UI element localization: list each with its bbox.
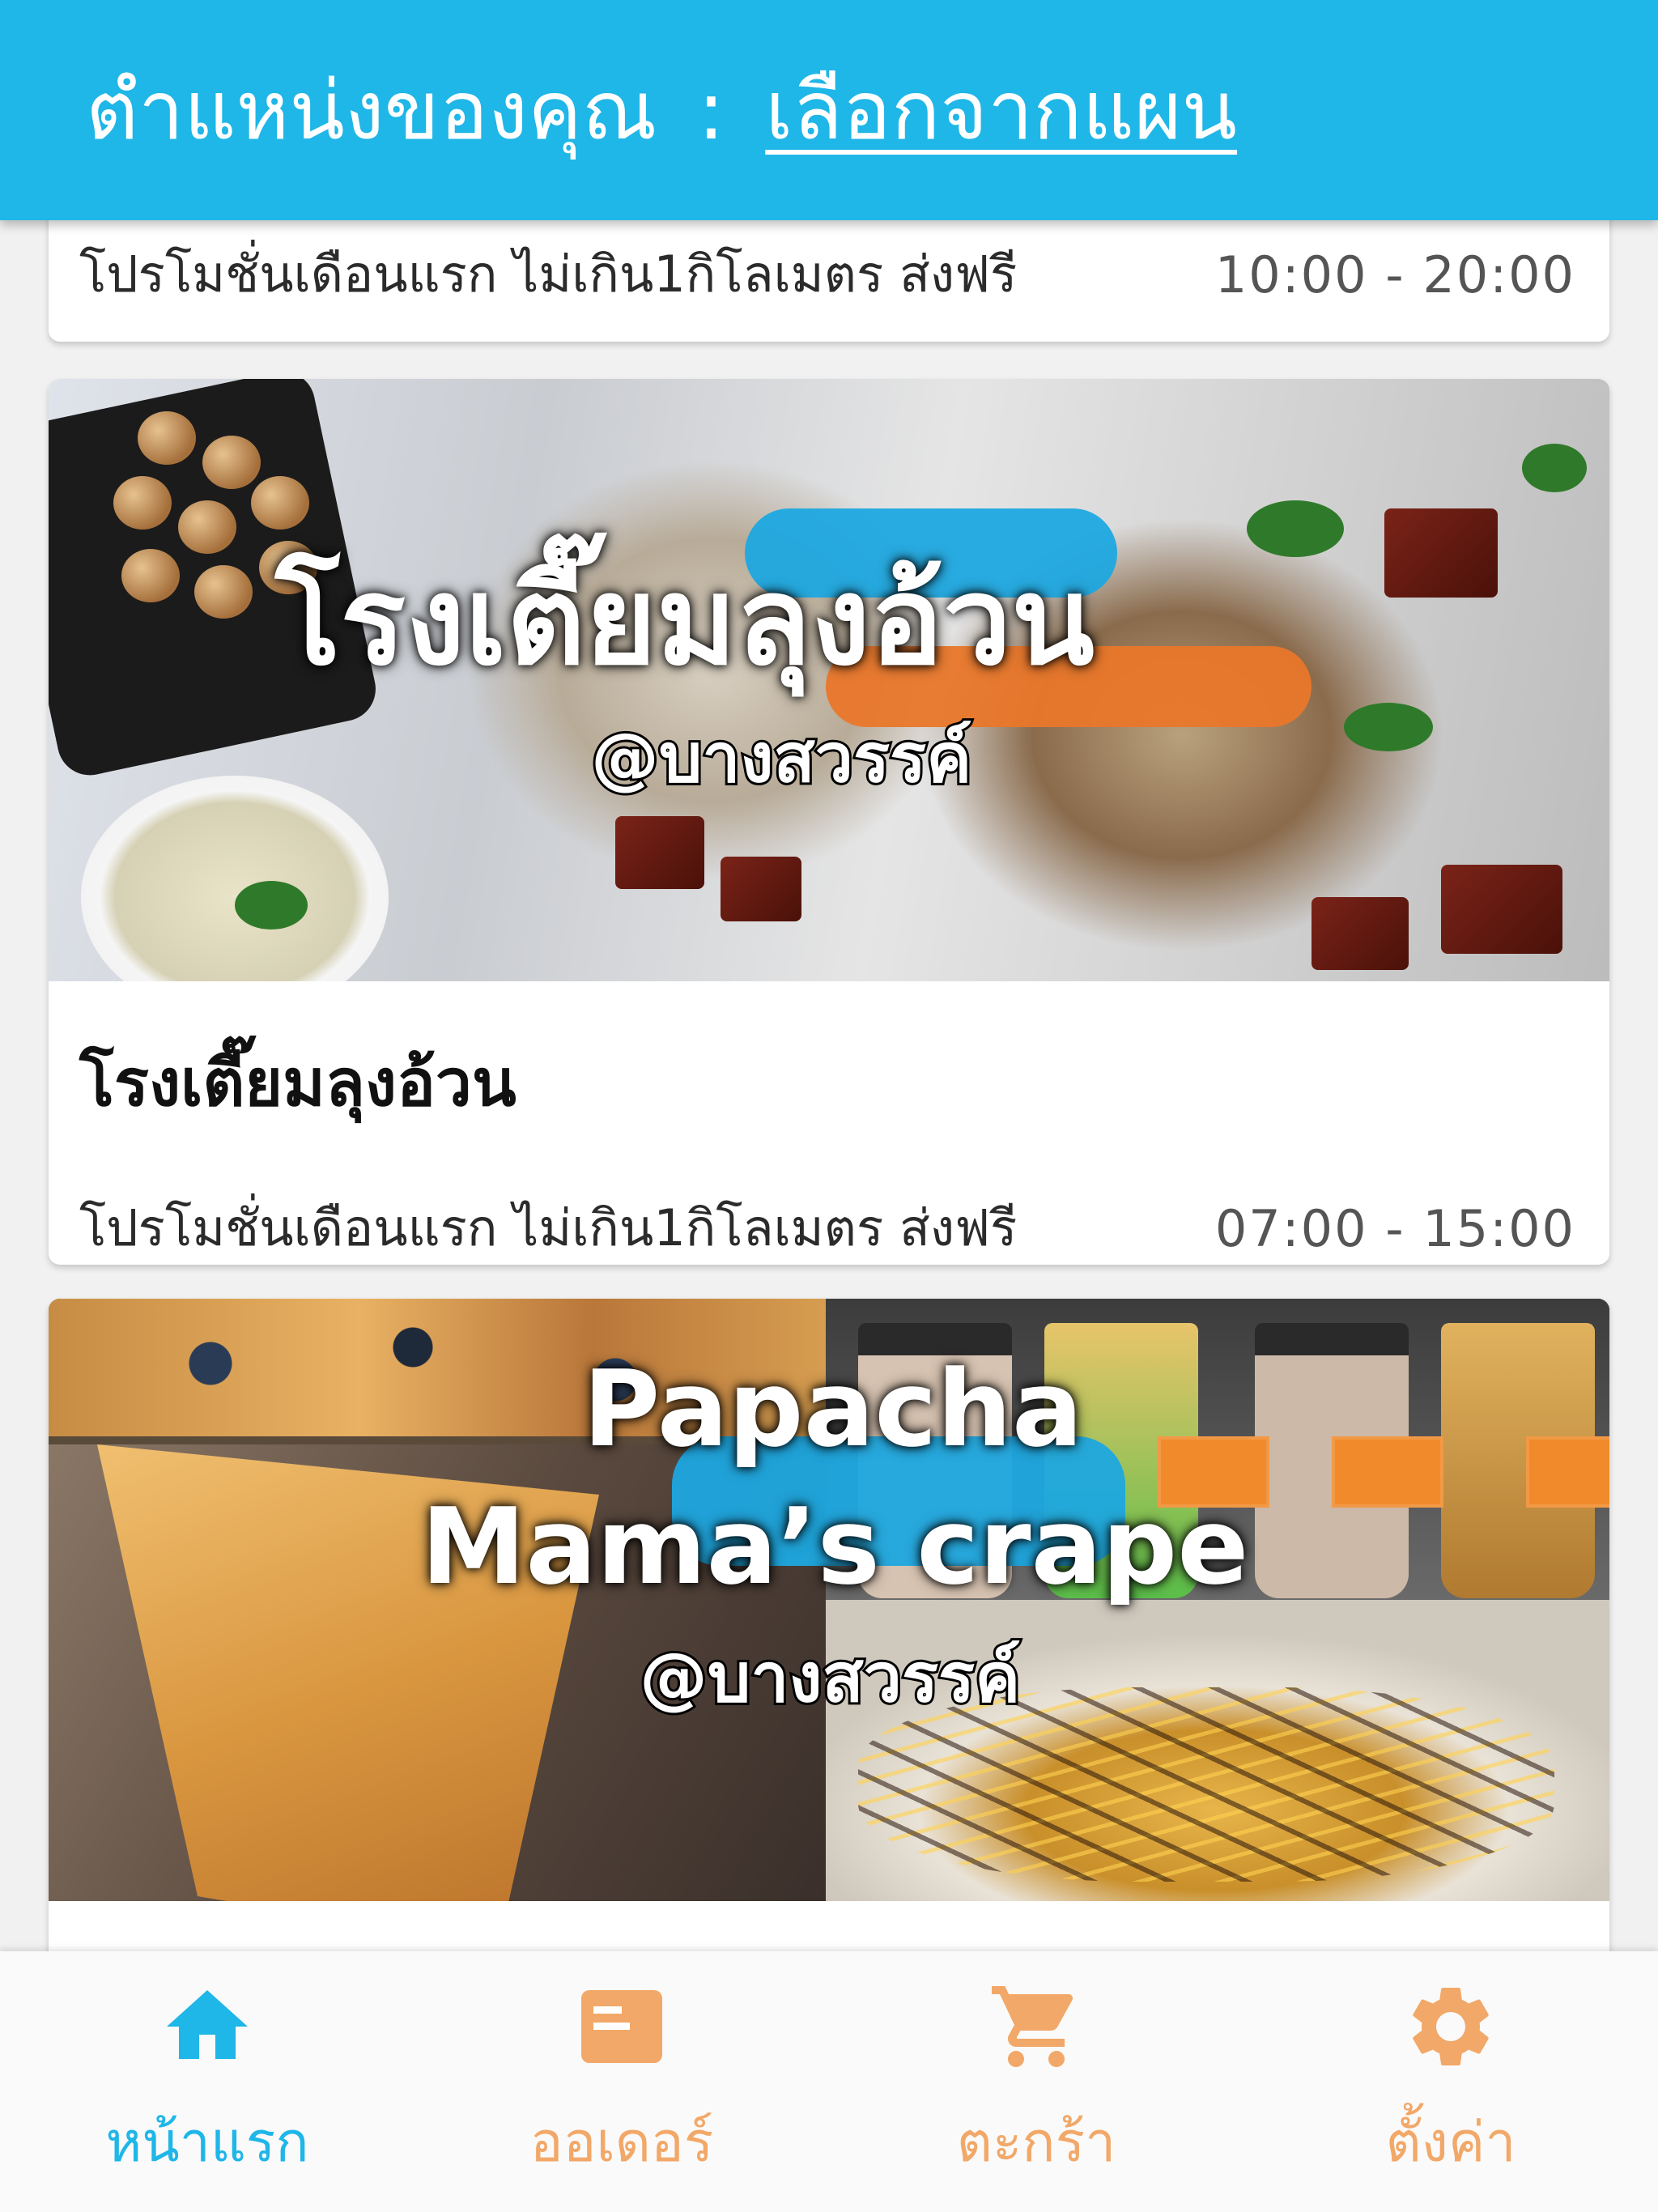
location-separator: : (697, 62, 725, 158)
restaurant-info-line: โปรโมชั่นเดือนแรก ไม่เกิน1กิโลเมตร ส่งฟร… (79, 1189, 1575, 1265)
banner-subtitle: @บางสวรรค์ (637, 1636, 1022, 1720)
restaurant-card[interactable]: โรงเตี๊ยมลุงอ้วน @บางสวรรค์ โรงเตี๊ยมลุง… (49, 379, 1609, 1265)
meatball (121, 549, 180, 602)
herb (235, 881, 308, 929)
home-icon (167, 1990, 248, 2059)
meatball (202, 436, 261, 489)
nav-settings[interactable]: ตั้งค่า (1244, 1951, 1658, 2212)
gear-icon (1413, 1988, 1489, 2065)
nav-orders-label: ออเดอร์ (529, 2111, 714, 2175)
blood-cube (1312, 897, 1409, 970)
blood-cube (615, 816, 704, 889)
nav-cart-label: ตะกร้า (956, 2111, 1116, 2175)
herb (1247, 500, 1344, 557)
restaurant-card[interactable]: Papacha Mama’s crape @บางสวรรค์ (49, 1299, 1609, 1963)
restaurant-banner-image[interactable]: โรงเตี๊ยมลุงอ้วน @บางสวรรค์ (49, 379, 1609, 981)
nav-home-label: หน้าแรก (105, 2111, 309, 2175)
location-header: ตำแหน่งของคุณ : เลือกจากแผน (0, 0, 1658, 220)
blood-cube (1441, 865, 1562, 954)
banner-subtitle: @บางสวรรค์ (589, 716, 974, 800)
nav-settings-label: ตั้งค่า (1385, 2111, 1516, 2175)
herb (1522, 444, 1587, 492)
blood-cube (721, 857, 801, 921)
meatball (178, 500, 236, 554)
meatball (113, 476, 172, 530)
restaurant-name: โรงเตี๊ยมลุงอ้วน (79, 1045, 517, 1121)
herb (1344, 703, 1433, 751)
opening-hours: 10:00 - 20:00 (1214, 245, 1575, 304)
nav-home[interactable]: หน้าแรก (0, 1951, 414, 2212)
order-icon (581, 1990, 662, 2063)
brand-logo-sticker (1332, 1436, 1443, 1508)
nav-cart[interactable]: ตะกร้า (829, 1951, 1244, 2212)
banner-title-line1: Papacha (583, 1347, 1083, 1470)
opening-hours: 07:00 - 15:00 (1214, 1198, 1575, 1258)
nav-orders[interactable]: ออเดอร์ (414, 1951, 829, 2212)
cart-icon (992, 1986, 1073, 2067)
app-screen: ตำแหน่งของคุณ : เลือกจากแผน โปรโมชั่นเดื… (0, 0, 1658, 2212)
meatball (251, 476, 309, 530)
meatball (138, 411, 196, 465)
blood-cube (1384, 508, 1498, 598)
bottom-navigation: หน้าแรก ออเดอร์ ตะกร้า ตั้งค่า (0, 1951, 1658, 2212)
location-label: ตำแหน่งของคุณ (86, 62, 657, 158)
meatball (194, 565, 253, 619)
banner-title: โรงเตี๊ยมลุงอ้วน (275, 551, 1095, 692)
restaurant-info-line: โปรโมชั่นเดือนแรก ไม่เกิน1กิโลเมตร ส่งฟร… (79, 235, 1575, 314)
restaurant-banner-image[interactable]: Papacha Mama’s crape @บางสวรรค์ (49, 1299, 1609, 1901)
promo-text: โปรโมชั่นเดือนแรก ไม่เกิน1กิโลเมตร ส่งฟร… (79, 245, 1018, 304)
pick-from-map-link[interactable]: เลือกจากแผน (765, 46, 1237, 175)
promo-text: โปรโมชั่นเดือนแรก ไม่เกิน1กิโลเมตร ส่งฟร… (79, 1198, 1018, 1257)
brand-logo-sticker (1526, 1436, 1609, 1508)
banner-title-line2: Mama’s crape (421, 1485, 1249, 1608)
